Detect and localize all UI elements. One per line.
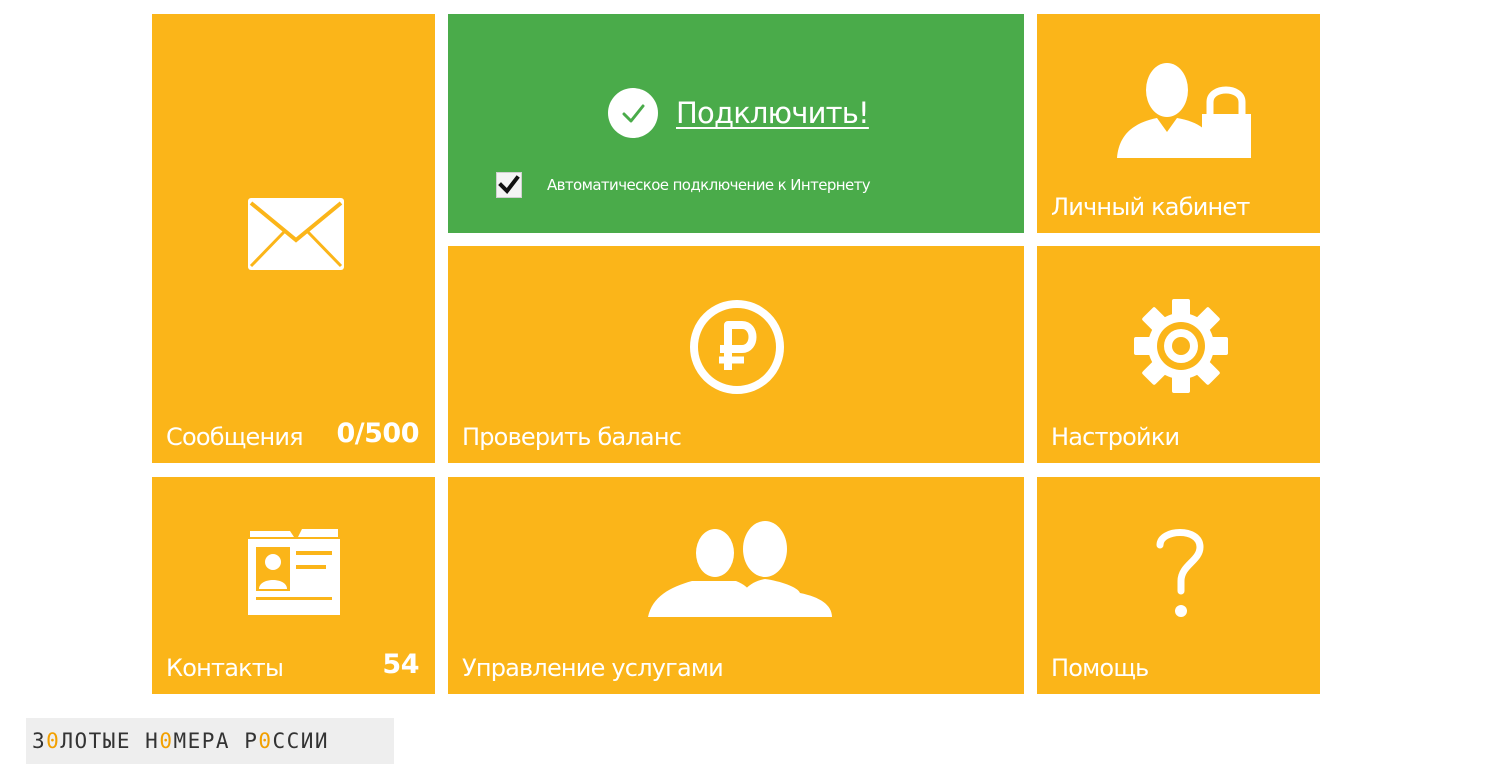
auto-connect-row[interactable]: Автоматическое подключение к Интернету [496, 172, 871, 198]
balance-label: Проверить баланс [462, 423, 682, 451]
help-label: Помощь [1051, 654, 1149, 682]
gear-icon [1134, 299, 1228, 393]
contacts-tile[interactable]: Контакты 54 [152, 477, 435, 694]
brand-logo: З0ЛОТЫЕ Н0МЕРА Р0ССИИ [26, 718, 394, 764]
auto-connect-label: Автоматическое подключение к Интернету [547, 176, 871, 194]
connect-tile: Подключить! Автоматическое подключение к… [448, 14, 1024, 233]
app-window: Сообщения 0/500 Подключить! Автоматическ… [0, 0, 1500, 780]
services-tile[interactable]: Управление услугами [448, 477, 1024, 694]
account-tile[interactable]: Личный кабинет [1037, 14, 1320, 233]
settings-tile[interactable]: Настройки [1037, 246, 1320, 463]
settings-label: Настройки [1051, 423, 1180, 451]
ruble-icon [690, 300, 784, 394]
question-icon [1156, 529, 1204, 617]
messages-label: Сообщения [166, 423, 304, 451]
balance-tile[interactable]: Проверить баланс [448, 246, 1024, 463]
auto-connect-checkbox[interactable] [496, 172, 522, 198]
messages-count: 0/500 [336, 418, 419, 449]
services-label: Управление услугами [462, 654, 724, 682]
account-label: Личный кабинет [1051, 193, 1250, 221]
help-tile[interactable]: Помощь [1037, 477, 1320, 694]
brand-logo-text: З0ЛОТЫЕ Н0МЕРА Р0ССИИ [32, 729, 330, 753]
checkmark-icon [498, 175, 520, 195]
contacts-label: Контакты [166, 654, 284, 682]
users-icon [648, 521, 832, 617]
connect-link[interactable]: Подключить! [676, 96, 870, 130]
envelope-icon [248, 198, 344, 270]
check-circle-icon [608, 88, 658, 138]
user-lock-icon [1117, 63, 1251, 158]
contacts-count: 54 [382, 649, 419, 680]
connect-row[interactable]: Подключить! [608, 88, 870, 138]
messages-tile[interactable]: Сообщения 0/500 [152, 14, 435, 463]
contact-card-icon [248, 529, 340, 615]
